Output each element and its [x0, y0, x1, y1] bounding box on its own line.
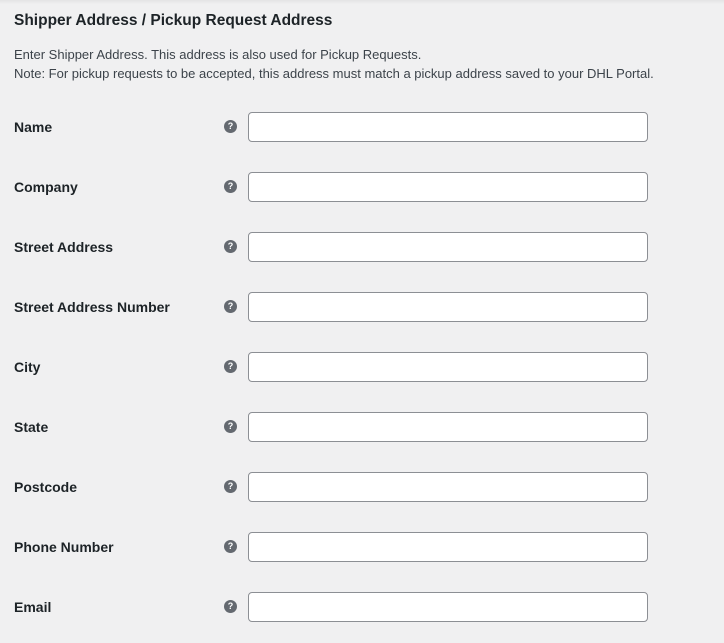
section-description: Enter Shipper Address. This address is a… [14, 45, 654, 83]
help-icon[interactable]: ? [224, 180, 237, 193]
field-row-city: City ? [0, 352, 724, 382]
field-row-street-address: Street Address ? [0, 232, 724, 262]
email-label: Email [14, 599, 52, 615]
city-label: City [14, 359, 41, 375]
help-icon[interactable]: ? [224, 480, 237, 493]
help-icon[interactable]: ? [224, 540, 237, 553]
street-address-number-input[interactable] [248, 292, 648, 322]
description-line: Enter Shipper Address. This address is a… [14, 47, 422, 62]
street-address-number-label: Street Address Number [14, 299, 170, 315]
field-row-phone-number: Phone Number ? [0, 532, 724, 562]
city-input[interactable] [248, 352, 648, 382]
name-input[interactable] [248, 112, 648, 142]
help-icon[interactable]: ? [224, 600, 237, 613]
name-label: Name [14, 119, 53, 135]
field-row-email: Email ? [0, 592, 724, 622]
state-label: State [14, 419, 49, 435]
help-icon[interactable]: ? [224, 360, 237, 373]
help-icon[interactable]: ? [224, 120, 237, 133]
postcode-label: Postcode [14, 479, 78, 495]
street-address-label: Street Address [14, 239, 114, 255]
field-row-name: Name ? [0, 112, 724, 142]
field-row-state: State ? [0, 412, 724, 442]
field-row-postcode: Postcode ? [0, 472, 724, 502]
field-row-street-address-number: Street Address Number ? [0, 292, 724, 322]
help-icon[interactable]: ? [224, 240, 237, 253]
help-icon[interactable]: ? [224, 300, 237, 313]
description-note: Note: For pickup requests to be accepted… [14, 66, 654, 81]
postcode-input[interactable] [248, 472, 648, 502]
phone-number-label: Phone Number [14, 539, 114, 555]
state-input[interactable] [248, 412, 648, 442]
phone-number-input[interactable] [248, 532, 648, 562]
top-edge-shadow [0, 0, 724, 4]
email-input[interactable] [248, 592, 648, 622]
company-input[interactable] [248, 172, 648, 202]
section-title: Shipper Address / Pickup Request Address [14, 12, 333, 29]
help-icon[interactable]: ? [224, 420, 237, 433]
street-address-input[interactable] [248, 232, 648, 262]
company-label: Company [14, 179, 78, 195]
field-row-company: Company ? [0, 172, 724, 202]
